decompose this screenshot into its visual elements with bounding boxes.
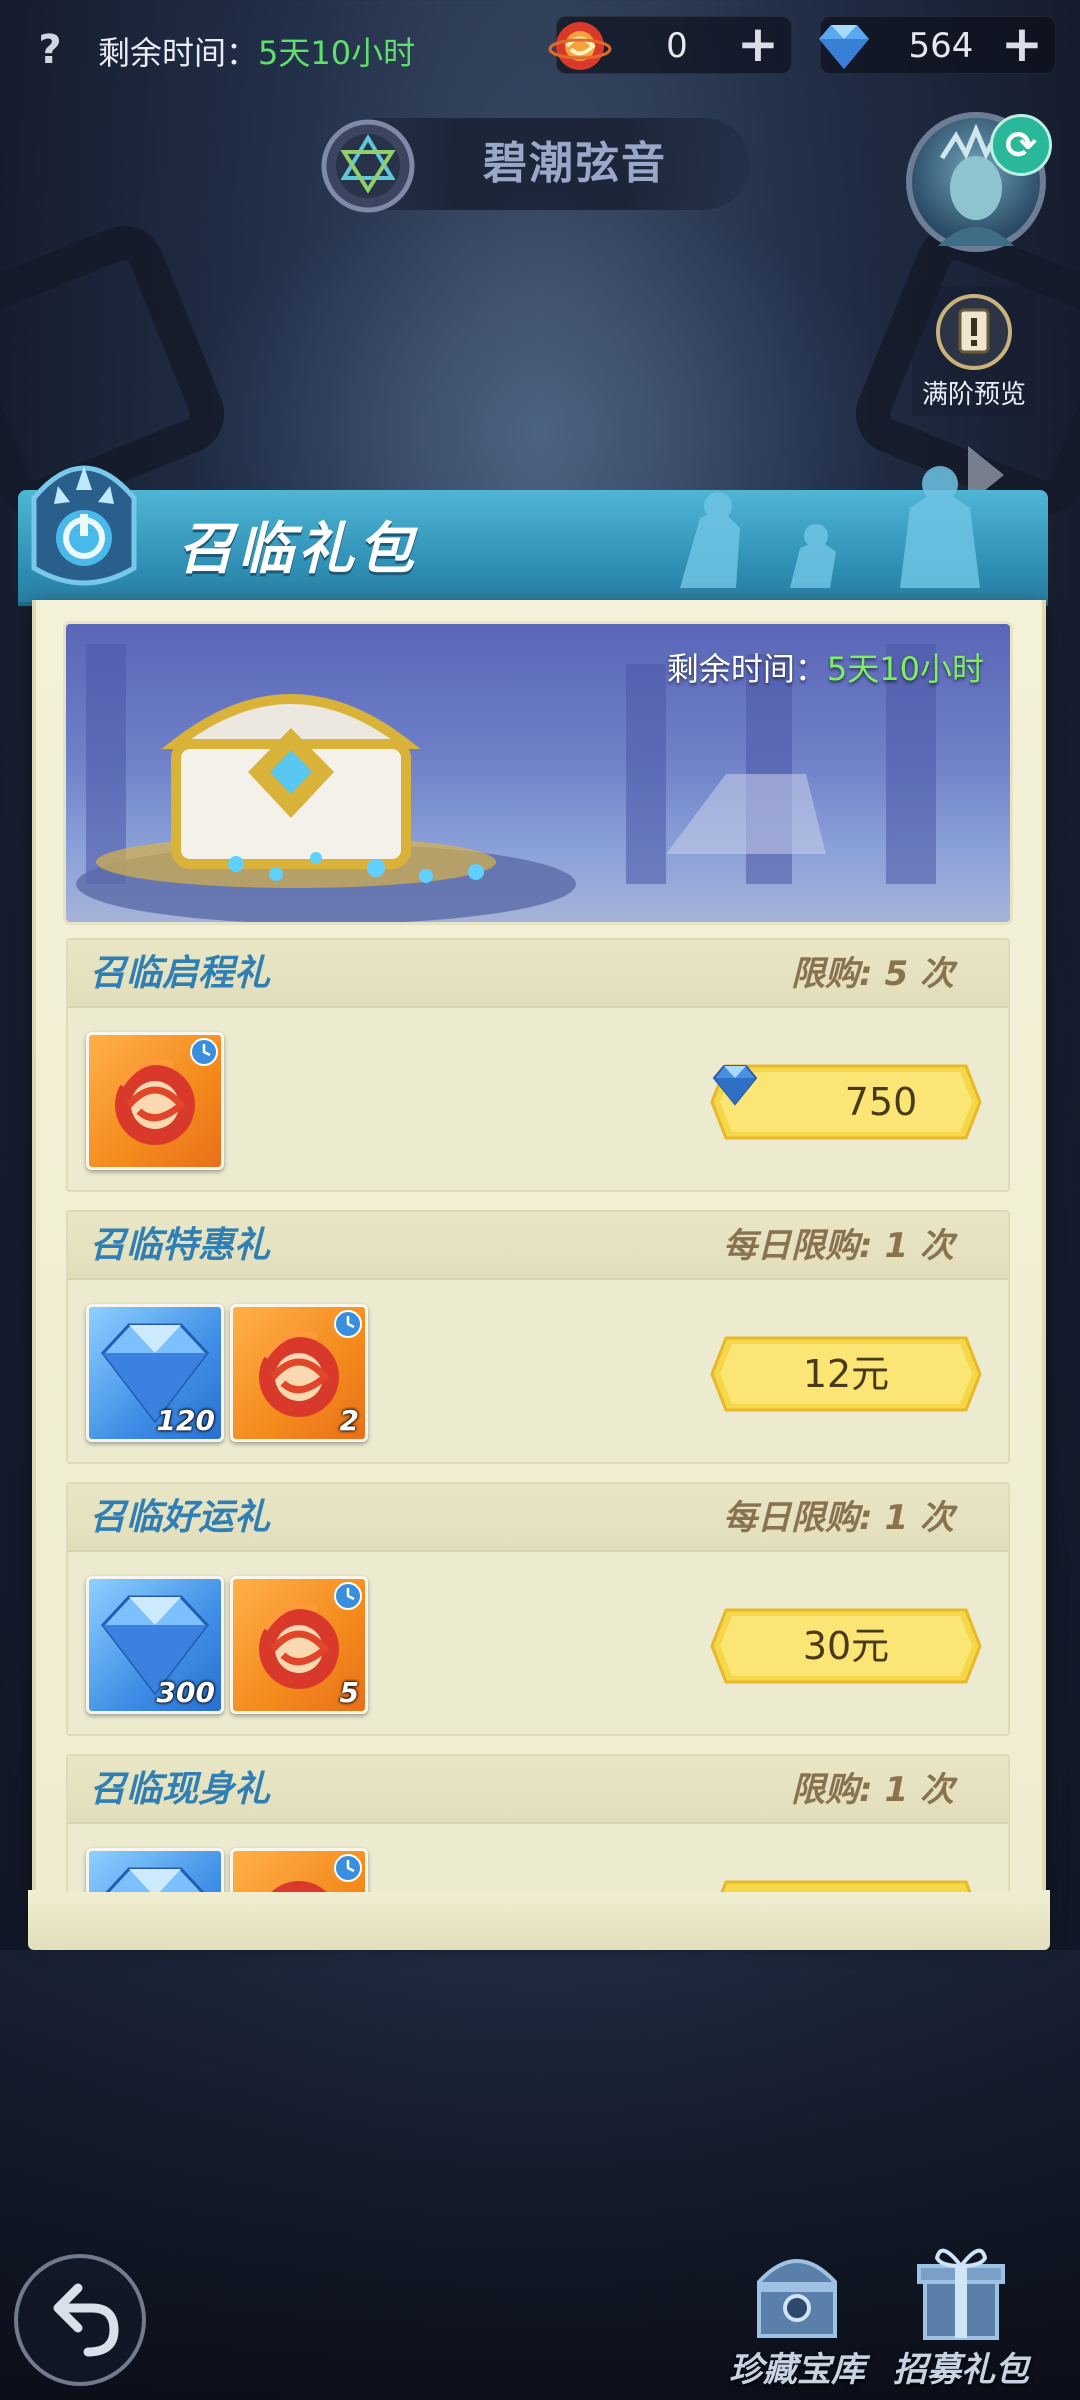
pack-name: 召临特惠礼 (90, 1225, 271, 1266)
gem-item-slot[interactable]: 300 (86, 1576, 224, 1714)
pack-name: 召临启程礼 (90, 953, 271, 994)
recruit-pack-button[interactable]: 招募礼包 (886, 2236, 1036, 2390)
back-button[interactable] (14, 2254, 146, 2386)
full-stage-preview-button[interactable]: 满阶预览 (912, 286, 1036, 416)
clock-icon (334, 1582, 362, 1610)
item-count: 5 (339, 1676, 359, 1709)
top-bar: ? 剩余时间：5天10小时 0 + 564 + (0, 0, 1080, 100)
pack-card: 召临好运礼 每日限购: 1 次 300 5 30元 (66, 1482, 1010, 1736)
banner-timer-label: 剩余时间： (666, 650, 827, 688)
summon-currency-value: 0 (666, 26, 688, 66)
banner-timer: 剩余时间：5天10小时 (667, 644, 984, 690)
price-label: 750 (844, 1080, 918, 1124)
recruit-pack-label: 招募礼包 (893, 2350, 1029, 2390)
hexagram-emblem-icon (321, 119, 415, 213)
item-count: 300 (156, 1676, 215, 1709)
clock-icon (334, 1310, 362, 1338)
hero-silhouettes-icon (680, 466, 980, 588)
diamond-icon (105, 1867, 205, 1892)
summon-crest-icon (31, 465, 137, 586)
pack-limit: 每日限购: 1 次 (723, 1498, 954, 1538)
event-title: 碧潮弦音 (483, 138, 667, 189)
gem-currency-pill: 564 + (819, 16, 1056, 74)
pack-limit: 限购: 5 次 (791, 954, 954, 994)
gem-item-slot[interactable] (86, 1848, 224, 1892)
price-button-shape (720, 1880, 972, 1892)
pack-limit: 限购: 1 次 (791, 1770, 954, 1810)
card-preview-icon (936, 294, 1012, 370)
add-summon-button[interactable]: + (735, 19, 781, 69)
price-label: 12元 (802, 1352, 890, 1396)
panel-bottom-edge (28, 1890, 1050, 1950)
clock-icon (334, 1854, 362, 1882)
diamond-icon (712, 1065, 758, 1106)
buy-button[interactable]: 30元 (710, 1606, 982, 1686)
summon-orb-icon (548, 22, 612, 70)
pack-list[interactable]: 召临启程礼 限购: 5 次 750 召临特惠礼 每日限购: 1 次 120 2 … (66, 938, 1010, 1892)
buy-button[interactable]: 750 (710, 1062, 982, 1142)
treasure-chest-icon (757, 2259, 837, 2338)
gem-item-slot[interactable]: 120 (86, 1304, 224, 1442)
pack-name: 召临现身礼 (90, 1769, 271, 1810)
buy-button[interactable]: 12元 (710, 1334, 982, 1414)
pack-header: 召临现身礼 限购: 1 次 (68, 1756, 1008, 1824)
pack-card: 召临特惠礼 每日限购: 1 次 120 2 12元 (66, 1210, 1010, 1464)
banner-timer-value: 5天10小时 (826, 650, 984, 688)
add-gem-button[interactable]: + (999, 19, 1045, 69)
pack-header: 召临启程礼 限购: 5 次 (68, 940, 1008, 1008)
item-count: 2 (339, 1404, 359, 1437)
back-arrow-icon (53, 2283, 119, 2357)
summon-currency-pill: 0 + (548, 16, 792, 74)
pack-card: 召临启程礼 限购: 5 次 750 (66, 938, 1010, 1192)
summon-item-slot[interactable] (86, 1032, 224, 1170)
price-label: 30元 (802, 1624, 890, 1668)
event-timer-value: 5天10小时 (258, 34, 416, 72)
pack-header: 召临好运礼 每日限购: 1 次 (68, 1484, 1008, 1552)
pack-name: 召临好运礼 (90, 1497, 271, 1538)
clock-icon (190, 1038, 218, 1066)
help-icon[interactable]: ? (28, 28, 72, 72)
gift-banner: 剩余时间：5天10小时 (66, 624, 1010, 922)
buy-button[interactable] (710, 1878, 982, 1892)
summon-item-slot[interactable] (230, 1848, 368, 1892)
summon-item-slot[interactable]: 2 (230, 1304, 368, 1442)
event-timer-label: 剩余时间： (98, 34, 259, 72)
pack-card: 召临现身礼 限购: 1 次 (66, 1754, 1010, 1892)
panel-title: 召临礼包 (178, 517, 418, 582)
pack-limit: 每日限购: 1 次 (723, 1226, 954, 1266)
pack-header: 召临特惠礼 每日限购: 1 次 (68, 1212, 1008, 1280)
diamond-icon (819, 25, 869, 69)
gift-box-icon (917, 2248, 1005, 2340)
refresh-icon[interactable]: ⟳ (990, 114, 1052, 176)
treasure-vault-label: 珍藏宝库 (729, 2350, 865, 2390)
gem-currency-value: 564 (908, 26, 974, 66)
summon-item-slot[interactable]: 5 (230, 1576, 368, 1714)
full-stage-preview-label: 满阶预览 (921, 380, 1026, 410)
event-timer: 剩余时间：5天10小时 (98, 28, 415, 74)
treasure-vault-button[interactable]: 珍藏宝库 (722, 2236, 872, 2390)
item-count: 120 (156, 1404, 215, 1437)
